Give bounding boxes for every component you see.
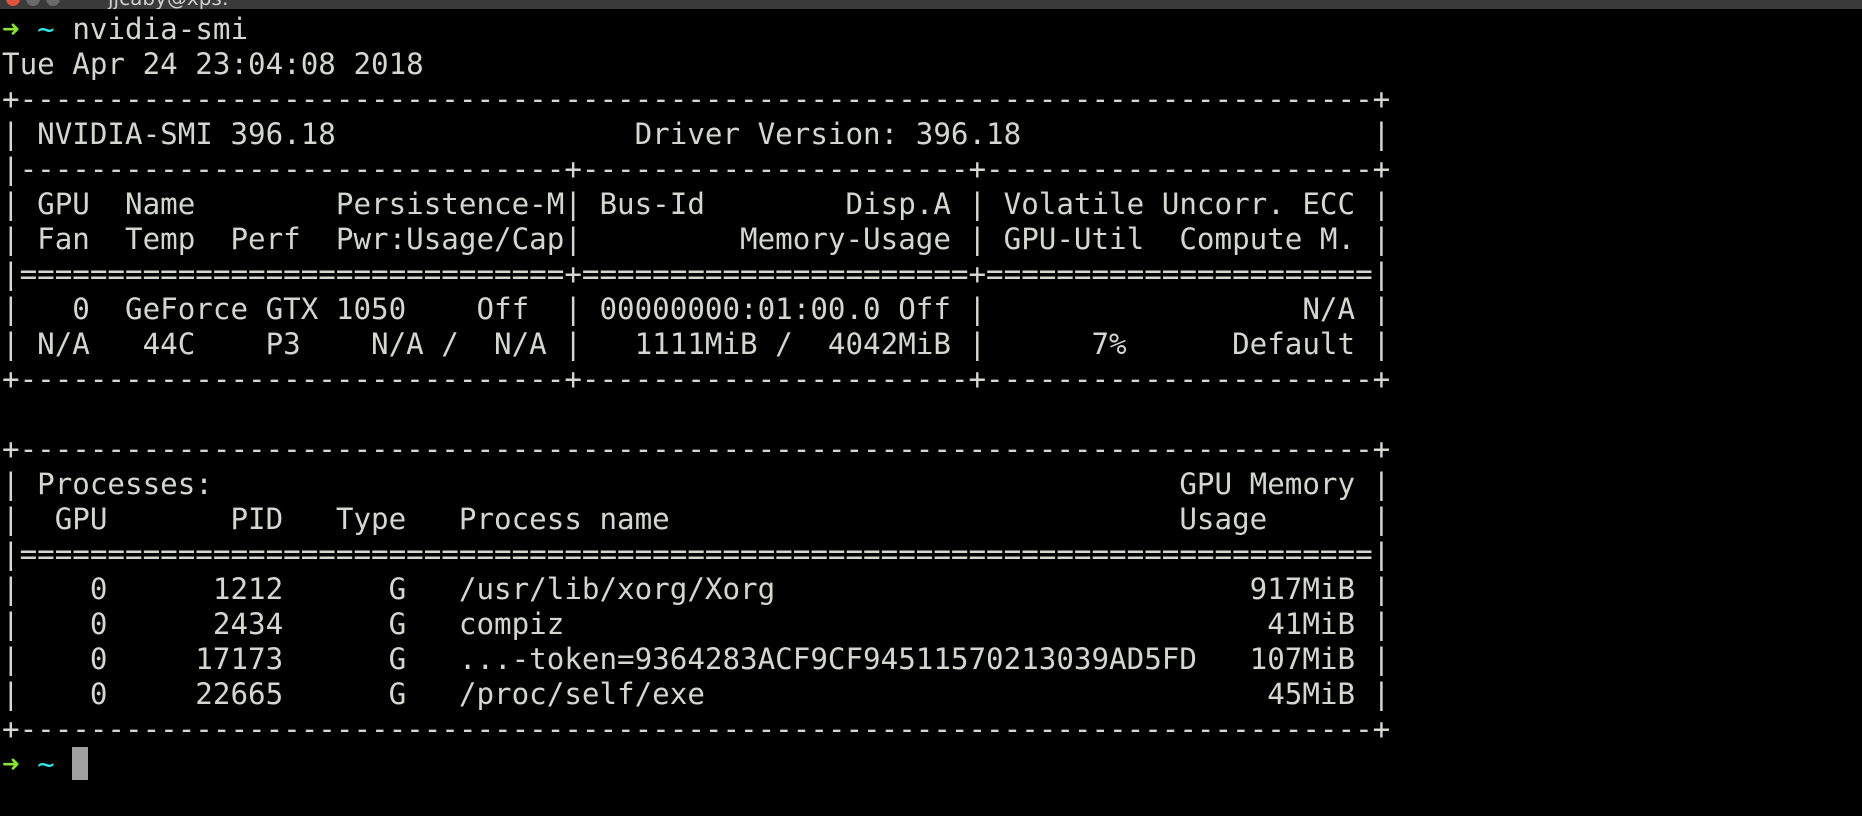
window-controls [6,0,60,6]
output-line: | 0 GeForce GTX 1050 Off | 00000000:01:0… [2,292,1391,326]
terminal-output[interactable]: ➜ ~ nvidia-smi Tue Apr 24 23:04:08 2018 +-… [2,12,1390,782]
output-line: | 0 1212 G /usr/lib/xorg/Xorg 917MiB | [2,572,1391,606]
output-line: | 0 17173 G ...-token=9364283ACF9CF94511… [2,642,1391,676]
terminal-cursor[interactable] [72,747,89,780]
output-line: | 0 22665 G /proc/self/exe 45MiB | [2,677,1391,711]
prompt-line: ➜ ~ [2,747,1390,782]
output-line: +---------------------------------------… [2,82,1391,116]
window-titlebar: jjcaby@xps:~ [0,0,1862,9]
output-line: |===============================+=======… [2,257,1391,291]
minimize-window-button[interactable] [26,0,40,6]
output-line: |-------------------------------+-------… [2,152,1391,186]
output-line: | Fan Temp Perf Pwr:Usage/Cap| Memory-Us… [2,222,1391,256]
prompt-line: ➜ ~ nvidia-smi [2,12,1390,47]
output-line: | NVIDIA-SMI 396.18 Driver Version: 396.… [2,117,1391,151]
prompt-arrow-icon: ➜ [2,12,20,46]
output-line: | Processes: GPU Memory | [2,467,1391,501]
output-line: | N/A 44C P3 N/A / N/A | 1111MiB / 4042M… [2,327,1391,361]
prompt-cwd: ~ [37,12,55,46]
window-title: jjcaby@xps:~ [108,0,245,9]
prompt-cwd: ~ [37,747,55,781]
output-line: | 0 2434 G compiz 41MiB | [2,607,1391,641]
prompt-arrow-icon: ➜ [2,747,20,781]
output-line: | GPU Name Persistence-M| Bus-Id Disp.A … [2,187,1391,221]
close-window-button[interactable] [6,0,20,6]
output-line: | GPU PID Type Process name Usage | [2,502,1391,536]
output-line: +---------------------------------------… [2,712,1391,746]
maximize-window-button[interactable] [46,0,60,6]
output-line: +-------------------------------+-------… [2,362,1391,396]
output-line: Tue Apr 24 23:04:08 2018 [2,47,424,81]
output-line: +---------------------------------------… [2,432,1391,466]
command-text: nvidia-smi [72,12,249,46]
output-line: |=======================================… [2,537,1391,571]
